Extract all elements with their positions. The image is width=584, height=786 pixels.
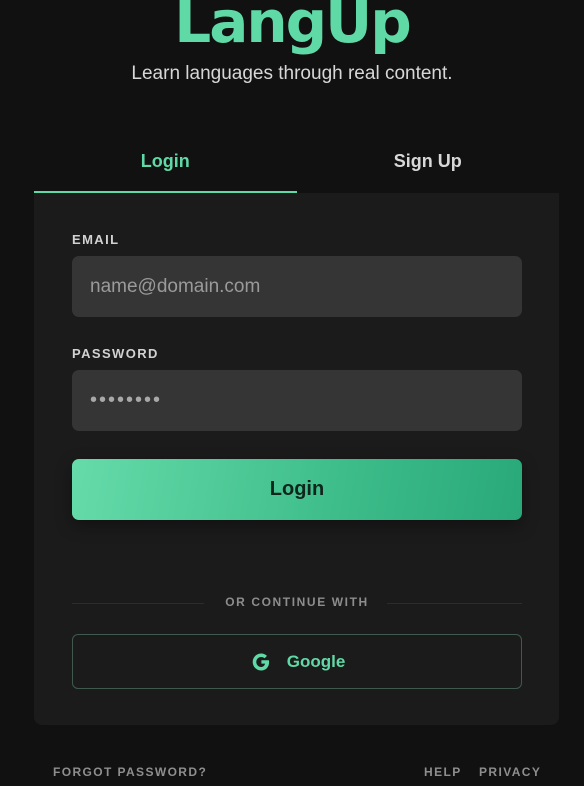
tab-sign-up[interactable]: Sign Up: [297, 137, 560, 193]
email-label: EMAIL: [72, 232, 120, 247]
divider-line-right: [387, 603, 522, 604]
google-sign-in-button[interactable]: Google: [72, 634, 522, 689]
app-logo-text: LangUp: [174, 0, 412, 56]
privacy-link[interactable]: PRIVACY: [479, 765, 541, 779]
google-button-label: Google: [286, 651, 346, 671]
google-icon: [249, 650, 273, 674]
tab-login[interactable]: Login: [34, 137, 297, 193]
divider-text: OR CONTINUE WITH: [225, 595, 369, 609]
password-label: PASSWORD: [72, 346, 159, 361]
login-button[interactable]: Login: [72, 459, 522, 520]
forgot-password-link[interactable]: FORGOT PASSWORD?: [53, 765, 207, 779]
auth-tabs: Login Sign Up: [34, 137, 559, 193]
app-tagline: Learn languages through real content.: [131, 63, 453, 84]
password-field[interactable]: [72, 370, 522, 431]
help-link[interactable]: HELP: [424, 765, 462, 779]
or-divider: OR CONTINUE WITH: [72, 593, 522, 613]
email-field[interactable]: [72, 256, 522, 317]
login-form-card: EMAIL PASSWORD Login OR CONTINUE WITH Go…: [34, 193, 559, 725]
